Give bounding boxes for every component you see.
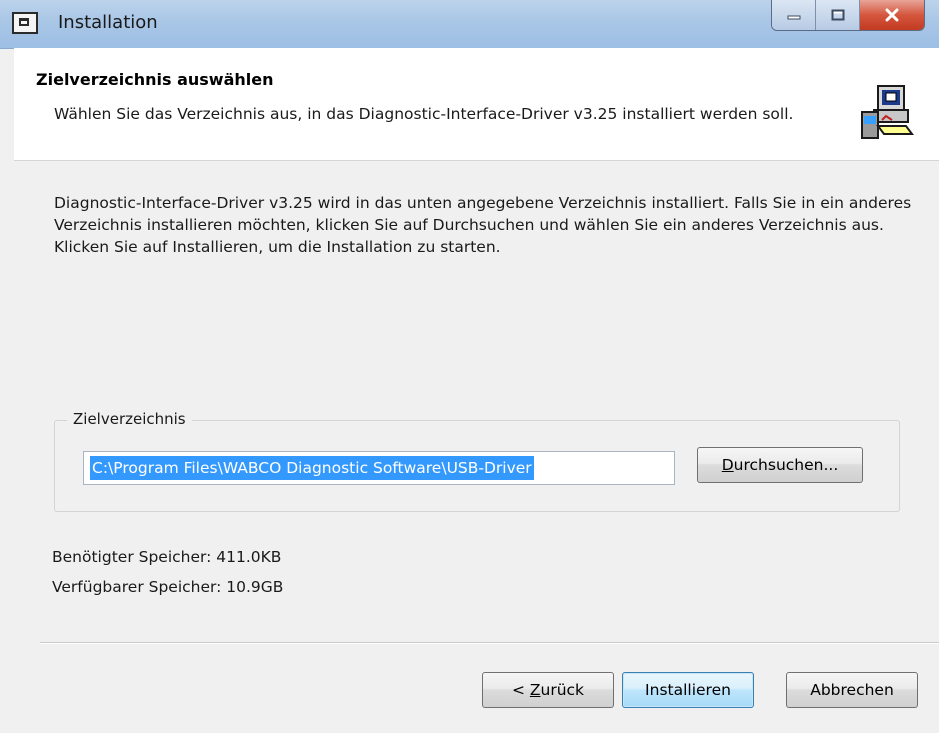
destination-groupbox: Zielverzeichnis C:\Program Files\WABCO D…: [54, 410, 900, 512]
browse-mnemonic: D: [721, 456, 734, 474]
installer-window: Installation Zielverzeichnis auswählen W…: [0, 0, 939, 733]
destination-path-value: C:\Program Files\WABCO Diagnostic Softwa…: [90, 456, 534, 480]
close-button[interactable]: [860, 0, 924, 30]
close-icon: [885, 8, 899, 22]
page-title: Zielverzeichnis auswählen: [36, 70, 274, 89]
destination-path-input[interactable]: C:\Program Files\WABCO Diagnostic Softwa…: [83, 451, 675, 485]
installer-computer-icon: [861, 85, 914, 139]
page-subtitle: Wählen Sie das Verzeichnis aus, in das D…: [54, 105, 794, 123]
available-space-text: Verfügbarer Speicher: 10.9GB: [52, 578, 284, 596]
back-mnemonic: Z: [529, 681, 541, 699]
minimize-button[interactable]: [772, 0, 816, 30]
instruction-text: Diagnostic-Interface-Driver v3.25 wird i…: [54, 194, 912, 256]
install-button[interactable]: Installieren: [622, 672, 754, 708]
back-label: urück: [540, 681, 585, 699]
browse-button[interactable]: Durchsuchen...: [697, 447, 863, 483]
maximize-icon: [831, 9, 844, 21]
required-space-text: Benötigter Speicher: 411.0KB: [52, 548, 282, 566]
footer-separator: [40, 642, 939, 644]
window-title: Installation: [58, 12, 158, 33]
maximize-button[interactable]: [816, 0, 860, 30]
header-panel: Zielverzeichnis auswählen Wählen Sie das…: [14, 48, 939, 161]
back-prefix: <: [511, 681, 530, 699]
browse-label: urchsuchen...: [733, 456, 839, 474]
caption-buttons: [771, 0, 925, 31]
minimize-icon: [787, 15, 800, 20]
installer-window-icon: [12, 12, 38, 34]
back-button[interactable]: < Zurück: [482, 672, 614, 708]
title-bar[interactable]: Installation: [0, 0, 939, 49]
cancel-button[interactable]: Abbrechen: [786, 672, 918, 708]
destination-group-label: Zielverzeichnis: [67, 410, 192, 428]
